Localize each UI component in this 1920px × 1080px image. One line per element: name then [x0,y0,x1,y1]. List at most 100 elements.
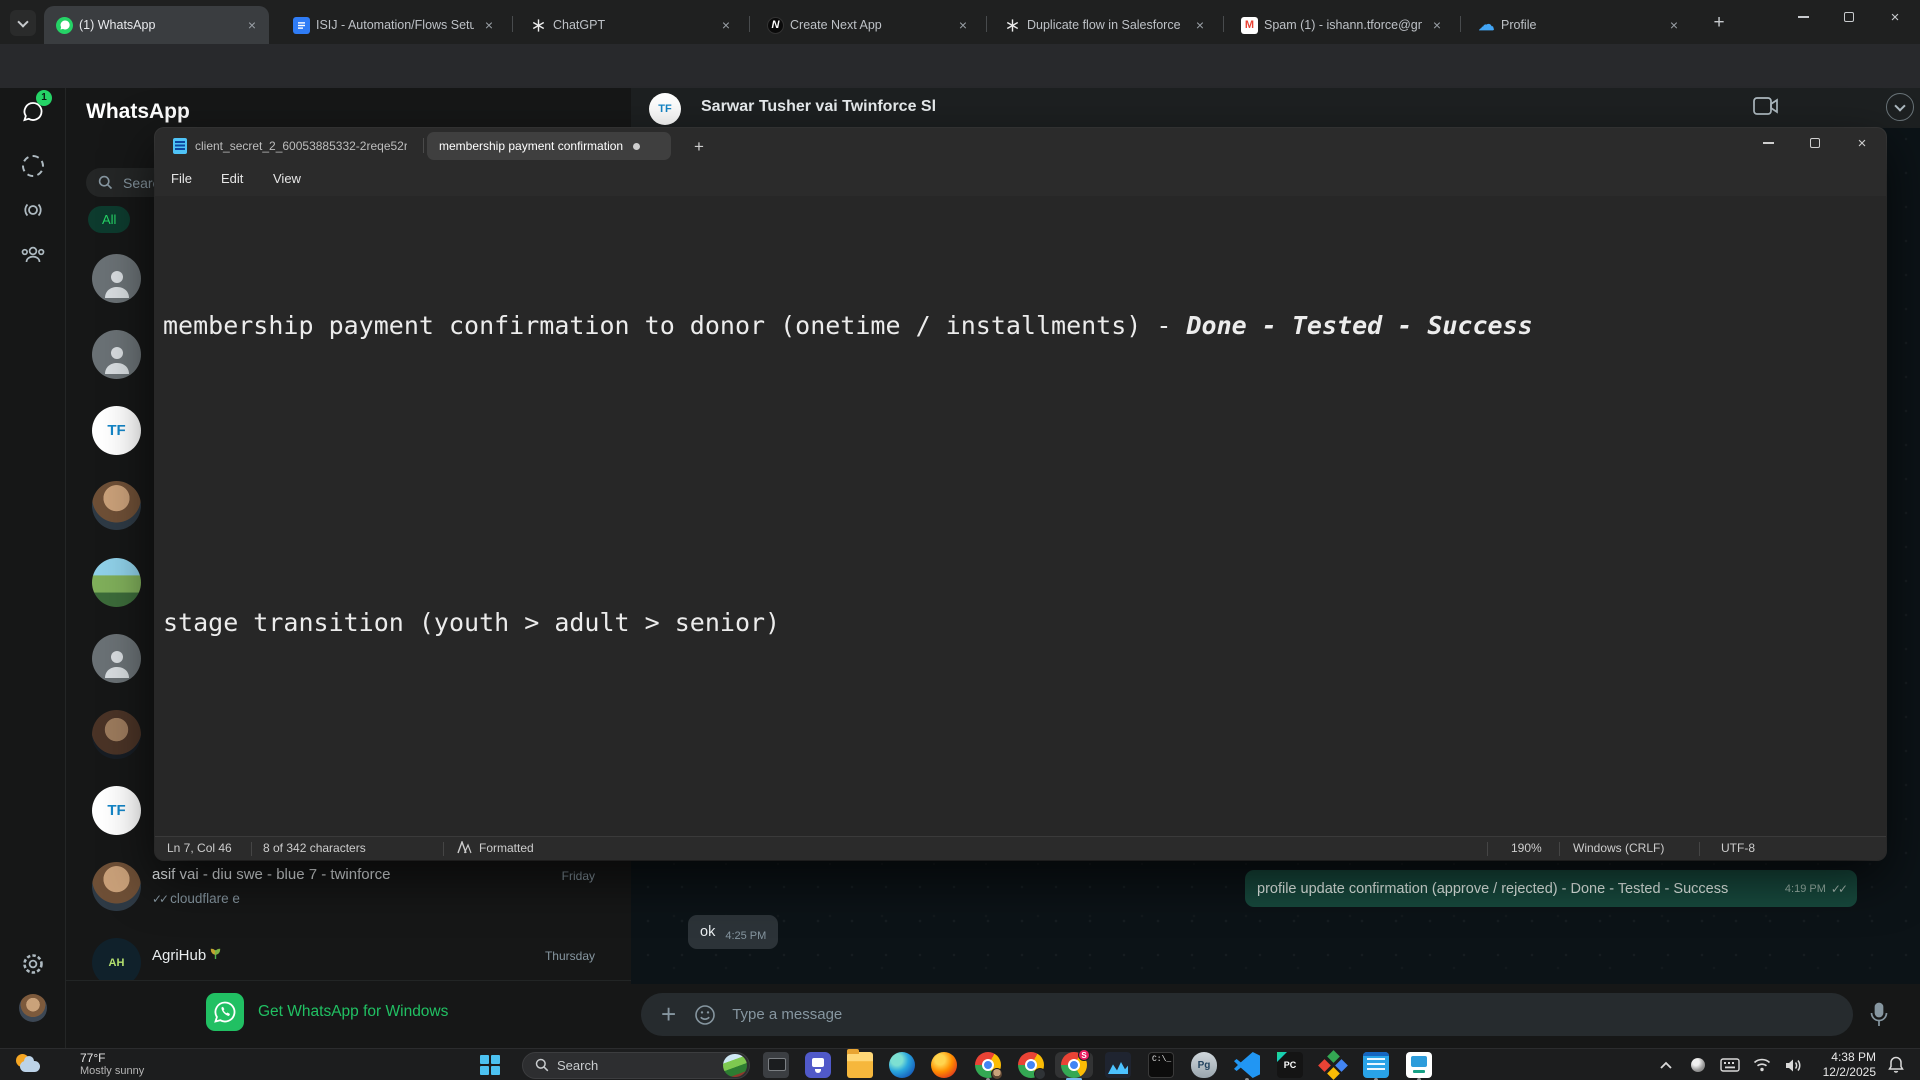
notifications-bell-icon[interactable] [1884,1054,1908,1076]
tab-label: Profile [1501,18,1659,32]
avatar[interactable] [92,481,141,530]
avatar-twinforce[interactable]: TF [92,786,141,835]
banner-label: Get WhatsApp for Windows [258,1003,448,1021]
settings-gear-icon[interactable] [19,950,47,978]
notepad-tab-membership[interactable]: membership payment confirmation [427,132,671,160]
chrome-profile1-button[interactable] [969,1052,1007,1078]
tray-ball-icon[interactable] [1686,1054,1710,1076]
avatar-twinforce[interactable]: TF [92,406,141,455]
tab-close-icon[interactable]: × [954,16,972,34]
emoji-icon[interactable] [694,1004,716,1026]
tab-close-icon[interactable]: × [1191,16,1209,34]
clock-date: 12/2/2025 [1823,1065,1876,1080]
chevron-down-icon [17,16,28,27]
profile-badge-s: S [1078,1049,1090,1061]
menu-file[interactable]: File [161,167,202,191]
new-tab-button[interactable]: + [1706,10,1732,36]
menu-edit[interactable]: Edit [211,167,253,191]
notepad-taskbar-button[interactable] [1357,1052,1395,1078]
gmail-icon: M [1241,17,1258,34]
line-endings[interactable]: Windows (CRLF) [1573,841,1664,855]
taskpro-icon [1406,1052,1432,1078]
chrome-profile3-button-active[interactable]: S [1055,1052,1093,1078]
get-whatsapp-banner[interactable]: Get WhatsApp for Windows [66,980,631,1048]
avatar[interactable] [92,330,141,379]
message-input[interactable]: + Type a message [641,993,1853,1036]
notepad-menu-bar: File Edit View H1 B I Ab [155,162,1886,196]
browser-tab-salesforce-flow[interactable]: Duplicate flow in Salesforce × [992,6,1217,44]
browser-close-button[interactable]: × [1872,0,1918,34]
notepad-window[interactable]: client_secret_2_60053885332-2reqe52rribc… [155,128,1886,860]
whatsapp-title: WhatsApp [86,100,190,124]
browser-maximize-button[interactable] [1826,0,1872,34]
pycharm-button[interactable]: PC [1271,1052,1309,1078]
teams-button[interactable] [799,1052,837,1078]
chrome-profile2-button[interactable] [1012,1052,1050,1078]
channels-icon[interactable] [19,196,47,224]
zoom-level[interactable]: 190% [1511,841,1542,855]
wifi-icon[interactable] [1750,1054,1774,1076]
encoding[interactable]: UTF-8 [1721,841,1755,855]
edge-icon [889,1052,915,1078]
conversation-header[interactable]: TF Sarwar Tusher vai Twinforce Sl [631,88,1920,128]
clock-time: 4:38 PM [1823,1050,1876,1065]
tab-close-icon[interactable]: × [480,16,498,34]
browser-tab-chatgpt[interactable]: ChatGPT × [518,6,743,44]
tab-close-icon[interactable]: × [717,16,735,34]
status-icon[interactable] [19,152,47,180]
browser-tab-profile[interactable]: ☁ Profile × [1466,6,1691,44]
notepad-minimize-button[interactable] [1745,128,1791,158]
tab-close-icon[interactable]: × [1665,16,1683,34]
attach-plus-icon[interactable]: + [661,999,676,1030]
chat-name: AgriHub [152,946,222,964]
browser-tab-next-app[interactable]: N Create Next App × [755,6,980,44]
whatsapp-profile-avatar[interactable] [19,994,47,1022]
firefox-button[interactable] [925,1052,963,1078]
search-placeholder: Search [557,1058,598,1073]
postgresql-button[interactable]: Pg [1185,1052,1223,1078]
notepad-maximize-button[interactable] [1792,128,1838,158]
terminal-button[interactable]: C:\_ [1142,1052,1180,1078]
communities-icon[interactable] [19,240,47,268]
conversation-avatar[interactable]: TF [649,93,681,125]
notepad-tab-client-secret[interactable]: client_secret_2_60053885332-2reqe52rribc [161,132,419,160]
header-menu-icon[interactable] [1886,93,1914,121]
task-view-button[interactable] [757,1052,795,1078]
notepad-editor[interactable]: membership payment confirmation to donor… [155,196,1886,836]
outgoing-message-bubble[interactable]: profile update confirmation (approve / r… [1245,870,1857,907]
taskpro-button[interactable] [1400,1052,1438,1078]
taskbar-search-box[interactable]: Search [522,1052,750,1079]
tab-close-icon[interactable]: × [243,16,261,34]
filter-all-chip[interactable]: All [88,206,130,233]
menu-view[interactable]: View [263,167,311,191]
volume-icon[interactable] [1782,1054,1806,1076]
search-icon [535,1058,549,1072]
browser-tab-isij[interactable]: ISIJ - Automation/Flows Setup - × [281,6,506,44]
diamond-app-button[interactable] [1314,1052,1352,1078]
search-highlight-image [723,1054,747,1077]
video-call-icon[interactable] [1753,96,1779,121]
tab-close-icon[interactable]: × [1428,16,1446,34]
notepad-close-button[interactable]: × [1839,128,1885,158]
tab-search-button[interactable] [10,10,36,36]
vscode-button[interactable] [1228,1052,1266,1078]
browser-tab-whatsapp[interactable]: (1) WhatsApp × [44,6,269,44]
avatar[interactable] [92,558,141,607]
avatar[interactable] [92,634,141,683]
start-button[interactable] [480,1055,500,1075]
edge-button[interactable] [883,1052,921,1078]
hidden-icons-chevron[interactable] [1654,1054,1678,1076]
touch-keyboard-icon[interactable] [1718,1054,1742,1076]
browser-minimize-button[interactable] [1780,0,1826,34]
notepad-new-tab-button[interactable]: + [687,135,711,159]
browser-tab-gmail-spam[interactable]: M Spam (1) - ishann.tforce@gmai × [1229,6,1454,44]
photos-app-button[interactable] [1099,1052,1137,1078]
voice-message-mic-icon[interactable] [1868,1002,1890,1033]
incoming-message-bubble[interactable]: ok 4:25 PM [688,915,778,949]
system-clock[interactable]: 4:38 PM 12/2/2025 [1823,1050,1876,1080]
file-explorer-button[interactable] [841,1052,879,1078]
avatar[interactable] [92,710,141,759]
avatar [92,862,141,911]
avatar[interactable] [92,254,141,303]
formatting-indicator[interactable]: Formatted [457,841,534,855]
